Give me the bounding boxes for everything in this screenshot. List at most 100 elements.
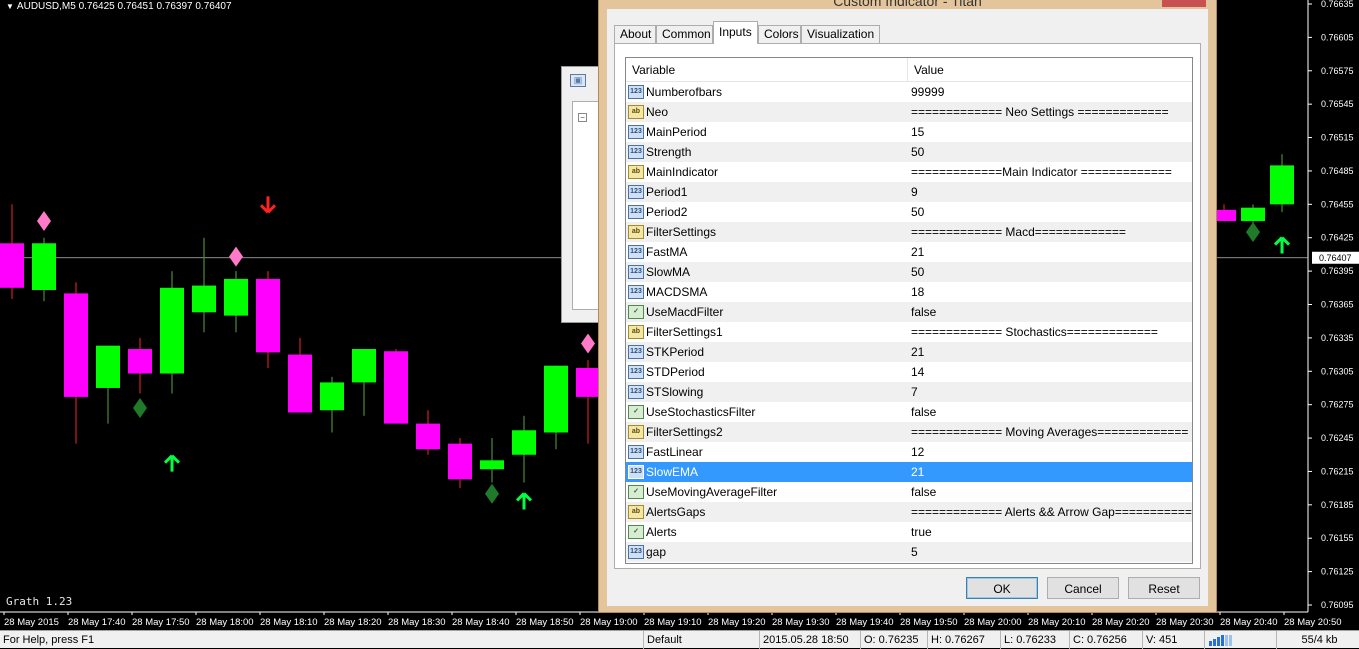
input-variable-name: gap <box>646 545 667 559</box>
price-tick-label: 0.76635 <box>1321 0 1354 9</box>
boolean-type-icon: ✓ <box>628 305 644 319</box>
input-row[interactable]: ab FilterSettings1 ============= Stochasti… <box>626 322 1192 342</box>
input-value-cell[interactable]: 5 <box>908 545 1192 559</box>
ok-button[interactable]: OK <box>966 577 1038 599</box>
input-value-cell[interactable]: 21 <box>908 245 1192 259</box>
input-variable-cell: 123 FastMA <box>626 242 908 262</box>
input-value-cell[interactable]: false <box>908 405 1192 419</box>
input-value-cell[interactable]: 50 <box>908 145 1192 159</box>
input-row[interactable]: 123 STSlowing 7 <box>626 382 1192 402</box>
integer-type-icon: 123 <box>628 345 644 359</box>
tab-common[interactable]: Common <box>656 25 713 43</box>
input-value-cell[interactable]: ============= Stochastics============= <box>908 325 1192 339</box>
input-value-cell[interactable]: ============= Neo Settings ============= <box>908 105 1192 119</box>
input-value-cell[interactable]: 12 <box>908 445 1192 459</box>
input-row[interactable]: 123 SlowMA 50 <box>626 262 1192 282</box>
boolean-type-icon: ✓ <box>628 525 644 539</box>
input-variable-cell: 123 FastLinear <box>626 442 908 462</box>
time-tick-label: 28 May 19:40 <box>836 617 894 628</box>
input-variable-name: FastLinear <box>646 445 703 459</box>
time-tick-label: 28 May 19:30 <box>772 617 830 628</box>
input-row[interactable]: 123 gap 5 <box>626 542 1192 562</box>
price-tick-label: 0.76245 <box>1321 433 1354 443</box>
input-row[interactable]: 123 MainPeriod 15 <box>626 122 1192 142</box>
input-value-cell[interactable]: ============= Macd============= <box>908 225 1192 239</box>
input-row[interactable]: ✓ Alerts true <box>626 522 1192 542</box>
input-value-cell[interactable]: =============Main Indicator ============… <box>908 165 1192 179</box>
time-tick-label: 28 May 20:20 <box>1092 617 1150 628</box>
price-tick-label: 0.76515 <box>1321 133 1354 143</box>
column-header-variable[interactable]: Variable <box>626 58 908 81</box>
candle-body <box>224 278 248 316</box>
input-value-cell[interactable]: true <box>908 525 1192 539</box>
inputs-panel: Variable Value 123 Numberofbars 99999 ab Neo… <box>614 43 1201 569</box>
candle-body <box>64 293 88 397</box>
input-value-cell[interactable]: ============= Alerts && Arrow Gap=======… <box>908 505 1192 519</box>
input-row[interactable]: 123 Numberofbars 99999 <box>626 82 1192 102</box>
tree-collapse-icon[interactable]: − <box>578 113 587 122</box>
integer-type-icon: 123 <box>628 285 644 299</box>
input-row[interactable]: ✓ UseMacdFilter false <box>626 302 1192 322</box>
input-variable-name: Period1 <box>646 185 688 199</box>
time-tick-label: 28 May 18:30 <box>388 617 446 628</box>
candle-body <box>320 382 344 411</box>
boolean-type-icon: ✓ <box>628 405 644 419</box>
input-value-cell[interactable]: 14 <box>908 365 1192 379</box>
input-value-cell[interactable]: ============= Moving Averages===========… <box>908 425 1192 439</box>
input-value-cell[interactable]: 21 <box>908 465 1192 479</box>
input-row[interactable]: 123 SlowEMA 21 <box>626 462 1192 482</box>
candle-body <box>96 345 120 388</box>
sell-diamond-icon <box>37 211 51 232</box>
candle-body <box>544 365 568 433</box>
close-icon[interactable]: ✕ <box>1162 0 1206 7</box>
input-value-cell[interactable]: 18 <box>908 285 1192 299</box>
tab-about[interactable]: About <box>614 25 656 43</box>
input-variable-cell: 123 Period2 <box>626 202 908 222</box>
input-row[interactable]: 123 Period1 9 <box>626 182 1192 202</box>
input-row[interactable]: 123 Period2 50 <box>626 202 1192 222</box>
candle-body <box>480 460 504 470</box>
input-row[interactable]: 123 STDPeriod 14 <box>626 362 1192 382</box>
input-row[interactable]: ab Neo ============= Neo Settings ========… <box>626 102 1192 122</box>
input-value-cell[interactable]: false <box>908 305 1192 319</box>
input-variable-cell: 123 Strength <box>626 142 908 162</box>
input-row[interactable]: 123 Strength 50 <box>626 142 1192 162</box>
tab-inputs[interactable]: Inputs <box>713 21 758 44</box>
input-variable-cell: 123 SlowEMA <box>626 462 908 482</box>
input-variable-name: UseMovingAverageFilter <box>646 485 778 499</box>
input-variable-cell: 123 STSlowing <box>626 382 908 402</box>
price-tick-label: 0.76335 <box>1321 333 1354 343</box>
buy-diamond-icon <box>1246 222 1260 243</box>
cancel-button[interactable]: Cancel <box>1047 577 1119 599</box>
input-value-cell[interactable]: 50 <box>908 265 1192 279</box>
price-tick-label: 0.76095 <box>1321 600 1354 610</box>
input-value-cell[interactable]: 21 <box>908 345 1192 359</box>
input-row[interactable]: 123 STKPeriod 21 <box>626 342 1192 362</box>
time-tick-label: 28 May 19:00 <box>580 617 638 628</box>
tab-colors[interactable]: Colors <box>758 25 801 43</box>
input-row[interactable]: 123 FastLinear 12 <box>626 442 1192 462</box>
input-row[interactable]: ab AlertsGaps ============= Alerts && Arro… <box>626 502 1192 522</box>
input-row[interactable]: ✓ UseMovingAverageFilter false <box>626 482 1192 502</box>
tab-visualization[interactable]: Visualization <box>801 25 880 43</box>
dialog-body: About Common Inputs Colors Visualization… <box>607 9 1208 606</box>
input-value-cell[interactable]: 9 <box>908 185 1192 199</box>
input-value-cell[interactable]: 15 <box>908 125 1192 139</box>
input-row[interactable]: ab FilterSettings ============= Macd======… <box>626 222 1192 242</box>
column-header-value[interactable]: Value <box>908 58 1192 81</box>
integer-type-icon: 123 <box>628 125 644 139</box>
candle-body <box>416 423 440 450</box>
reset-button[interactable]: Reset <box>1128 577 1200 599</box>
price-tick-label: 0.76365 <box>1321 300 1354 310</box>
input-value-cell[interactable]: 99999 <box>908 85 1192 99</box>
input-row[interactable]: 123 FastMA 21 <box>626 242 1192 262</box>
input-value-cell[interactable]: 7 <box>908 385 1192 399</box>
input-row[interactable]: ✓ UseStochasticsFilter false <box>626 402 1192 422</box>
input-row[interactable]: ab MainIndicator =============Main Indicat… <box>626 162 1192 182</box>
string-type-icon: ab <box>628 505 644 519</box>
input-value-cell[interactable]: false <box>908 485 1192 499</box>
input-row[interactable]: 123 MACDSMA 18 <box>626 282 1192 302</box>
input-value-cell[interactable]: 50 <box>908 205 1192 219</box>
chart-menu-icon[interactable]: ▼ <box>6 2 14 11</box>
input-row[interactable]: ab FilterSettings2 ============= Moving Av… <box>626 422 1192 442</box>
